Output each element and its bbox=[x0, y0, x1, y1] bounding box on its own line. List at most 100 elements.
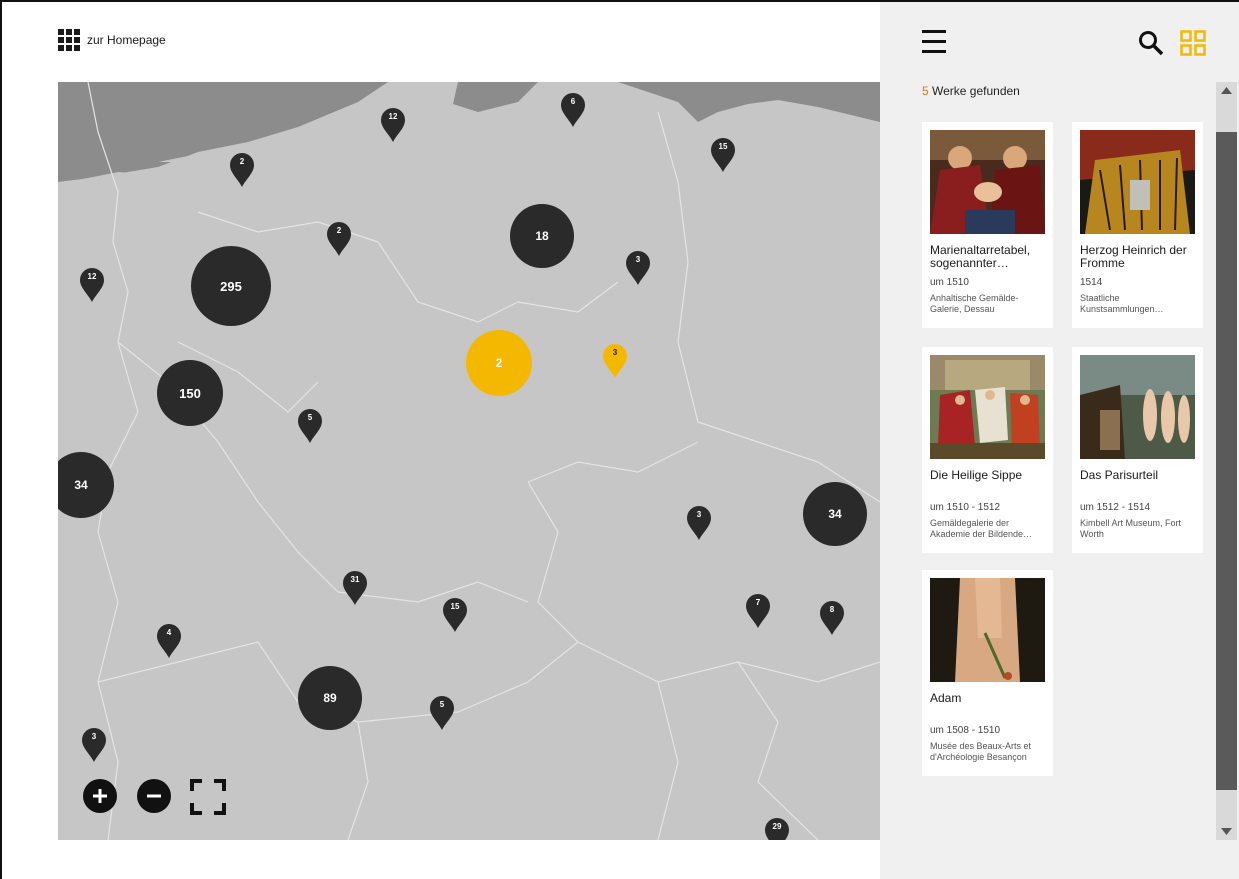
map-pin[interactable]: 31 bbox=[343, 571, 367, 605]
pin-count: 3 bbox=[91, 732, 97, 741]
map-base-layer bbox=[58, 82, 880, 840]
cluster-count: 34 bbox=[74, 478, 88, 492]
artwork-thumbnail bbox=[930, 130, 1045, 234]
apps-grid-icon bbox=[58, 29, 80, 51]
plus-icon bbox=[93, 789, 107, 803]
triangle-up-icon bbox=[1221, 87, 1232, 94]
map-cluster[interactable]: 295 bbox=[191, 246, 271, 326]
scroll-thumb[interactable] bbox=[1216, 132, 1237, 790]
results-scrollbar[interactable] bbox=[1216, 82, 1237, 840]
map-pin-active[interactable]: 3 bbox=[603, 344, 627, 378]
results-panel: 5 Werke gefunden Marienaltarretabel, sog… bbox=[880, 2, 1239, 879]
artwork-location: Kimbell Art Museum, Fort Worth bbox=[1080, 518, 1182, 539]
map-cluster[interactable]: 34 bbox=[803, 482, 867, 546]
artwork-thumbnail bbox=[930, 355, 1045, 459]
pin-count: 3 bbox=[635, 255, 641, 264]
artwork-title: Die Heilige Sippe bbox=[930, 468, 1023, 482]
artwork-location: Staatliche Kunstsammlungen… bbox=[1080, 293, 1164, 314]
menu-button[interactable] bbox=[922, 29, 946, 55]
map[interactable]: 295 150 18 2 34 34 89 12 6 15 2 2 12 3 3… bbox=[58, 82, 880, 840]
fullscreen-button[interactable] bbox=[190, 779, 226, 815]
search-icon bbox=[1139, 31, 1164, 56]
fullscreen-icon bbox=[190, 779, 226, 815]
zoom-out-button[interactable] bbox=[137, 779, 171, 813]
map-pin[interactable]: 7 bbox=[746, 594, 770, 628]
map-pin[interactable]: 2 bbox=[327, 222, 351, 256]
pin-count: 2 bbox=[239, 157, 245, 166]
artwork-card[interactable]: Die Heilige Sippe um 1510 - 1512 Gemälde… bbox=[922, 347, 1053, 553]
artwork-location: Gemäldegalerie der Akademie der Bildende… bbox=[930, 518, 1033, 539]
map-pin[interactable]: 3 bbox=[82, 728, 106, 762]
zoom-in-button[interactable] bbox=[83, 779, 117, 813]
grid-view-button[interactable] bbox=[1180, 30, 1206, 61]
result-count: 5 Werke gefunden bbox=[922, 84, 1020, 98]
map-pin[interactable]: 2 bbox=[230, 153, 254, 187]
map-cluster[interactable]: 89 bbox=[298, 666, 362, 730]
artwork-location: Musée des Beaux-Arts et d'Archéologie Be… bbox=[930, 741, 1032, 762]
artwork-card[interactable]: Adam um 1508 - 1510 Musée des Beaux-Arts… bbox=[922, 570, 1053, 776]
artwork-title: Adam bbox=[930, 691, 962, 705]
artwork-date: 1514 bbox=[1080, 277, 1103, 288]
pin-count: 15 bbox=[450, 602, 460, 611]
pin-count: 3 bbox=[612, 348, 618, 357]
pin-count: 7 bbox=[755, 598, 761, 607]
map-pin[interactable]: 29 bbox=[765, 818, 789, 840]
cluster-count: 89 bbox=[323, 691, 337, 705]
map-pin[interactable]: 15 bbox=[711, 138, 735, 172]
pin-count: 5 bbox=[307, 413, 313, 422]
map-pin[interactable]: 3 bbox=[687, 506, 711, 540]
cluster-count: 34 bbox=[828, 507, 842, 521]
map-pin[interactable]: 6 bbox=[561, 93, 585, 127]
pin-count: 3 bbox=[696, 510, 702, 519]
pin-count: 4 bbox=[166, 628, 172, 637]
scroll-down-button[interactable] bbox=[1216, 790, 1237, 840]
map-pin[interactable]: 4 bbox=[157, 624, 181, 658]
cluster-count: 2 bbox=[495, 356, 503, 370]
map-pin[interactable]: 12 bbox=[381, 108, 405, 142]
pin-count: 6 bbox=[570, 97, 576, 106]
map-pin[interactable]: 3 bbox=[626, 251, 650, 285]
pin-count: 29 bbox=[772, 822, 782, 831]
map-pin[interactable]: 12 bbox=[80, 268, 104, 302]
map-pin[interactable]: 5 bbox=[430, 696, 454, 730]
pin-count: 12 bbox=[388, 112, 398, 121]
artwork-location: Anhaltische Gemälde-Galerie, Dessau bbox=[930, 293, 1019, 314]
cluster-count: 295 bbox=[220, 278, 242, 294]
scroll-up-button[interactable] bbox=[1216, 82, 1237, 132]
artwork-thumbnail bbox=[1080, 130, 1195, 234]
artwork-title: Marienaltarretabel, sogenannter… bbox=[930, 243, 1031, 270]
triangle-down-icon bbox=[1221, 828, 1232, 835]
map-cluster[interactable]: 150 bbox=[157, 360, 223, 426]
artwork-date: um 1510 - 1512 bbox=[930, 502, 1001, 513]
map-pin[interactable]: 15 bbox=[443, 598, 467, 632]
home-link-label: zur Homepage bbox=[87, 33, 166, 47]
artwork-thumbnail bbox=[930, 578, 1045, 682]
home-link[interactable]: zur Homepage bbox=[58, 29, 166, 51]
artwork-thumbnail bbox=[1080, 355, 1195, 459]
search-button[interactable] bbox=[1138, 30, 1164, 61]
artwork-card[interactable]: Das Parisurteil um 1512 - 1514 Kimbell A… bbox=[1072, 347, 1203, 553]
grid-view-icon bbox=[1180, 30, 1206, 56]
map-pin[interactable]: 8 bbox=[820, 601, 844, 635]
artwork-date: um 1512 - 1514 bbox=[1080, 502, 1151, 513]
map-cluster-active[interactable]: 2 bbox=[466, 330, 532, 396]
pin-count: 15 bbox=[718, 142, 728, 151]
pin-count: 12 bbox=[87, 272, 97, 281]
artwork-card[interactable]: Marienaltarretabel, sogenannter… um 1510… bbox=[922, 122, 1053, 328]
pin-count: 2 bbox=[336, 226, 342, 235]
cluster-count: 150 bbox=[179, 385, 201, 401]
map-pin[interactable]: 5 bbox=[298, 409, 322, 443]
artwork-card[interactable]: Herzog Heinrich der Fromme 1514 Staatlic… bbox=[1072, 122, 1203, 328]
pin-count: 5 bbox=[439, 700, 445, 709]
minus-icon bbox=[147, 794, 161, 798]
artwork-title: Herzog Heinrich der Fromme bbox=[1080, 243, 1187, 270]
result-count-number: 5 bbox=[922, 84, 929, 98]
artwork-date: um 1508 - 1510 bbox=[930, 725, 1001, 736]
cluster-count: 18 bbox=[535, 229, 549, 243]
result-count-label: Werke gefunden bbox=[928, 84, 1020, 98]
artwork-date: um 1510 bbox=[930, 277, 969, 288]
map-cluster[interactable]: 18 bbox=[510, 204, 574, 268]
artwork-title: Das Parisurteil bbox=[1080, 468, 1159, 482]
pin-count: 8 bbox=[829, 605, 835, 614]
pin-count: 31 bbox=[350, 575, 360, 584]
